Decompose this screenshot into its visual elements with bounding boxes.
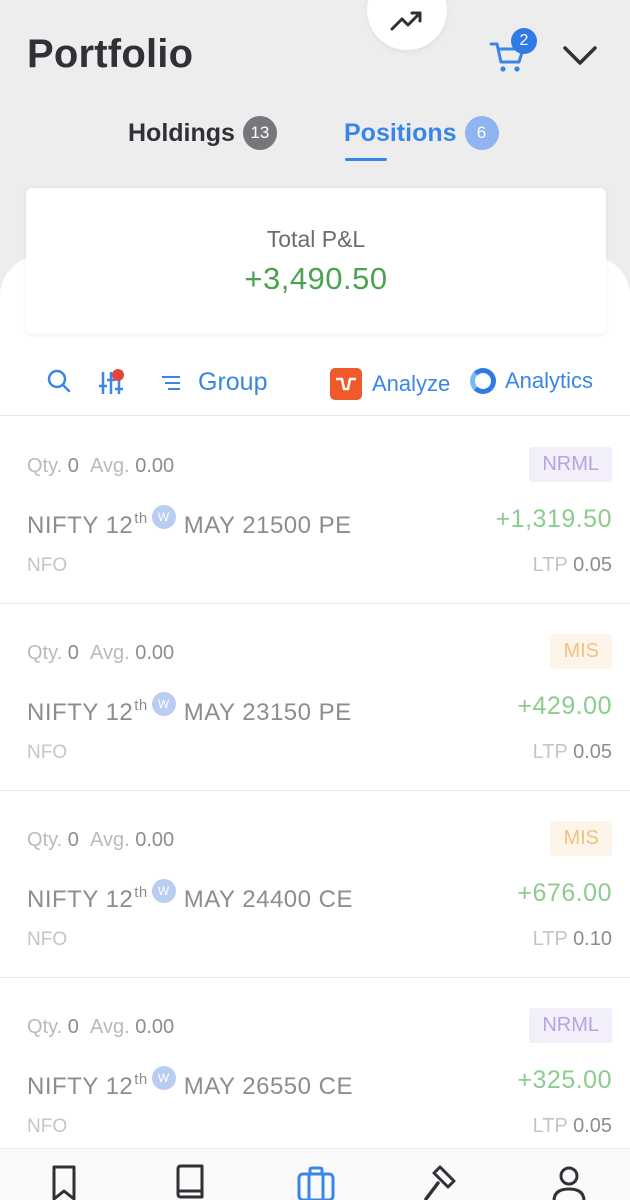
instrument-name: NIFTY 12th W MAY 24400 CE [27, 879, 353, 914]
weekly-expiry-badge: W [151, 1066, 176, 1090]
position-row[interactable]: Qty. 0 Avg. 0.00 MIS NIFTY 12th W MAY 2440… [0, 791, 630, 978]
filter-active-dot [112, 369, 124, 381]
position-ltp: LTP 0.05 [532, 741, 612, 763]
analyze-label: Analyze [372, 371, 451, 396]
position-qty-avg: Qty. 0 Avg. 0.00 [27, 642, 175, 664]
analytics-label: Analytics [505, 368, 594, 393]
nav-bids[interactable] [422, 1163, 462, 1200]
product-type-badge: MIS [550, 634, 612, 669]
briefcase-icon [297, 1166, 335, 1200]
position-qty-avg: Qty. 0 Avg. 0.00 [27, 829, 175, 851]
product-type-badge: NRML [529, 447, 612, 482]
analytics-button[interactable]: Analytics [470, 368, 593, 394]
nav-orders[interactable] [170, 1163, 210, 1200]
nav-watchlist[interactable] [44, 1163, 84, 1200]
nav-portfolio[interactable] [296, 1163, 336, 1200]
chevron-down-icon [563, 46, 597, 65]
weekly-expiry-badge: W [151, 505, 176, 529]
group-button[interactable]: Group [160, 368, 267, 397]
position-row[interactable]: Qty. 0 Avg. 0.00 NRML NIFTY 12th W MAY 215… [0, 417, 630, 604]
position-pnl: +325.00 [517, 1066, 612, 1094]
tab-positions[interactable]: Positions 6 [344, 116, 499, 150]
total-pnl-card: Total P&L +3,490.50 [26, 188, 606, 334]
page-title: Portfolio [27, 32, 194, 76]
tab-holdings-count: 13 [242, 116, 277, 150]
active-tab-indicator [345, 158, 387, 161]
instrument-name: NIFTY 12th W MAY 21500 PE [27, 505, 352, 540]
book-icon [176, 1164, 204, 1199]
instrument-name: NIFTY 12th W MAY 26550 CE [27, 1066, 353, 1101]
position-qty-avg: Qty. 0 Avg. 0.00 [27, 1016, 175, 1038]
list-icon [162, 375, 180, 390]
analyze-icon [330, 368, 362, 400]
positions-list: Qty. 0 Avg. 0.00 NRML NIFTY 12th W MAY 215… [0, 417, 630, 1165]
position-qty-avg: Qty. 0 Avg. 0.00 [27, 455, 175, 477]
position-ltp: LTP 0.05 [532, 554, 612, 576]
weekly-expiry-badge: W [151, 879, 176, 903]
position-row[interactable]: Qty. 0 Avg. 0.00 NRML NIFTY 12th W MAY 265… [0, 978, 630, 1165]
user-icon [552, 1166, 586, 1200]
total-pnl-value: +3,490.50 [244, 261, 388, 296]
analyze-button[interactable]: Analyze [330, 368, 450, 400]
expand-button[interactable] [560, 38, 600, 74]
bottom-nav [0, 1148, 630, 1200]
instrument-name: NIFTY 12th W MAY 23150 PE [27, 692, 352, 727]
total-pnl-label: Total P&L [266, 226, 366, 252]
position-pnl: +676.00 [517, 879, 612, 907]
gavel-icon [424, 1165, 456, 1200]
bookmark-icon [52, 1165, 76, 1200]
tab-holdings-label: Holdings [128, 118, 235, 147]
filter-button[interactable] [97, 368, 127, 398]
search-button[interactable] [46, 368, 72, 394]
nav-profile[interactable] [549, 1163, 589, 1200]
tab-positions-label: Positions [344, 118, 457, 147]
weekly-expiry-badge: W [151, 692, 176, 716]
positions-toolbar: Group Analyze Analytics [0, 356, 630, 416]
analytics-icon [470, 368, 496, 394]
portfolio-tabs: Holdings 13 Positions 6 [0, 108, 630, 168]
position-row[interactable]: Qty. 0 Avg. 0.00 MIS NIFTY 12th W MAY 2315… [0, 604, 630, 791]
cart-count-badge: 2 [511, 28, 537, 54]
exchange-label: NFO [27, 929, 68, 950]
position-ltp: LTP 0.05 [532, 1115, 612, 1137]
exchange-label: NFO [27, 555, 68, 576]
position-pnl: +429.00 [517, 692, 612, 720]
tab-holdings[interactable]: Holdings 13 [128, 116, 277, 150]
position-pnl: +1,319.50 [495, 505, 612, 533]
exchange-label: NFO [27, 742, 68, 763]
group-label: Group [198, 368, 268, 396]
position-ltp: LTP 0.10 [532, 928, 612, 950]
trending-up-icon [390, 11, 422, 31]
exchange-label: NFO [27, 1116, 68, 1137]
search-icon [47, 369, 71, 393]
tab-positions-count: 6 [464, 116, 499, 150]
product-type-badge: NRML [529, 1008, 612, 1043]
product-type-badge: MIS [550, 821, 612, 856]
